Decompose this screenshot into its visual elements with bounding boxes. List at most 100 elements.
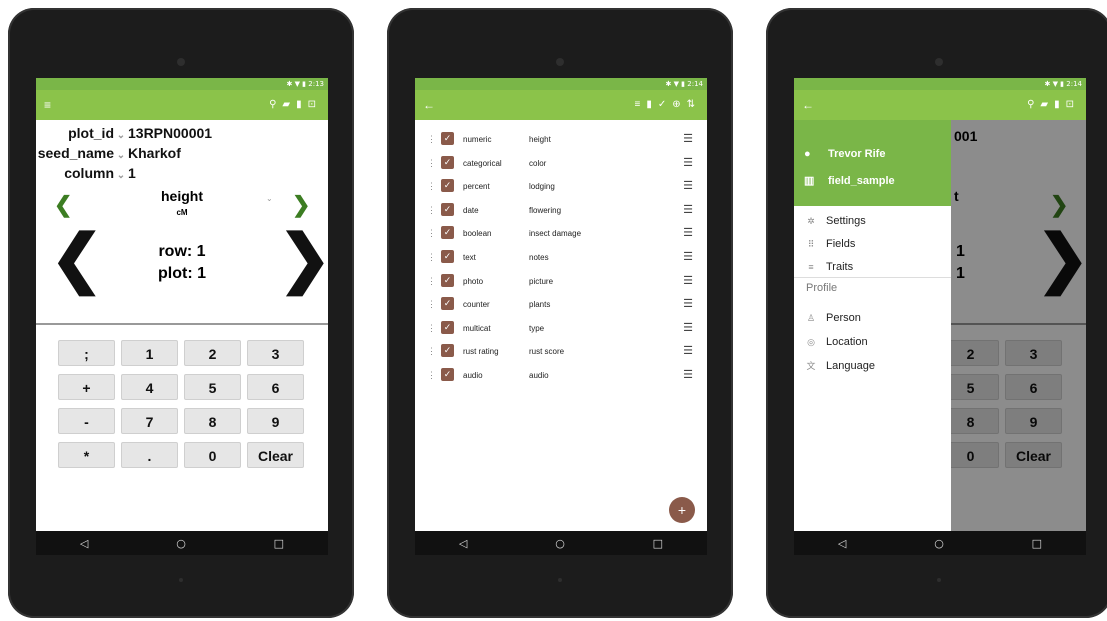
next-plot-icon[interactable]: ❯ (278, 226, 328, 290)
drag-handle-icon[interactable]: ⋮ (427, 134, 436, 145)
reorder-icon[interactable]: ☰ (683, 297, 693, 310)
home-nav-icon[interactable]: ○ (176, 537, 186, 550)
key[interactable]: - (58, 408, 115, 434)
checkbox-checked-icon[interactable]: ✓ (441, 249, 454, 263)
reorder-icon[interactable]: ☰ (683, 321, 693, 334)
home-nav-icon[interactable]: ○ (555, 537, 565, 550)
key[interactable]: + (58, 374, 115, 400)
key[interactable]: 5 (184, 374, 241, 400)
drag-handle-icon[interactable]: ⋮ (427, 276, 436, 287)
menu-icon[interactable]: ≡ (44, 90, 51, 120)
trait-dropdown-icon[interactable]: ⌄ (266, 194, 273, 203)
clear-key[interactable]: Clear (247, 442, 304, 468)
folder-icon[interactable]: ▰ (1040, 99, 1054, 110)
key[interactable]: 2 (184, 340, 241, 366)
delete-icon[interactable]: ▮ (646, 99, 658, 110)
trait-row[interactable]: ⋮ ✓ categorical color ☰ (415, 152, 707, 176)
drawer-scrim[interactable] (951, 120, 1086, 531)
file-icon[interactable]: ▮ (296, 99, 308, 110)
drawer-item-location[interactable]: ◎ Location (794, 331, 951, 353)
reorder-icon[interactable]: ☰ (683, 156, 693, 169)
drag-handle-icon[interactable]: ⋮ (427, 370, 436, 381)
key[interactable]: 8 (184, 408, 241, 434)
checkbox-checked-icon[interactable]: ✓ (441, 367, 454, 381)
key[interactable]: * (58, 442, 115, 468)
checkbox-checked-icon[interactable]: ✓ (441, 320, 454, 334)
checkbox-checked-icon[interactable]: ✓ (441, 132, 454, 145)
file-icon[interactable]: ▮ (1054, 99, 1066, 110)
drag-handle-icon[interactable]: ⋮ (427, 181, 436, 192)
recents-nav-icon[interactable]: □ (274, 537, 284, 550)
trait-row[interactable]: ⋮ ✓ rust rating rust score ☰ (415, 340, 707, 364)
check-all-icon[interactable]: ✓ (658, 99, 672, 110)
reorder-icon[interactable]: ☰ (683, 274, 693, 287)
checkbox-checked-icon[interactable]: ✓ (441, 226, 454, 240)
drag-handle-icon[interactable]: ⋮ (427, 323, 436, 334)
reorder-icon[interactable]: ☰ (683, 250, 693, 263)
next-trait-icon[interactable]: ❯ (292, 192, 310, 218)
key[interactable]: 6 (247, 374, 304, 400)
checkbox-checked-icon[interactable]: ✓ (441, 179, 454, 193)
key[interactable]: 4 (121, 374, 178, 400)
trait-row[interactable]: ⋮ ✓ photo picture ☰ (415, 270, 707, 294)
key[interactable]: 1 (121, 340, 178, 366)
recents-nav-icon[interactable]: □ (1032, 537, 1042, 550)
drawer-item-traits[interactable]: ≡ Traits (794, 256, 951, 278)
key[interactable]: 0 (184, 442, 241, 468)
key[interactable]: ; (58, 340, 115, 366)
trait-row[interactable]: ⋮ ✓ audio audio ☰ (415, 364, 707, 388)
key[interactable]: . (121, 442, 178, 468)
checkbox-checked-icon[interactable]: ✓ (441, 297, 454, 311)
trait-row[interactable]: ⋮ ✓ percent lodging ☰ (415, 175, 707, 199)
reorder-icon[interactable]: ☰ (683, 203, 693, 216)
trait-row[interactable]: ⋮ ✓ counter plants ☰ (415, 293, 707, 317)
search-icon[interactable]: ⚲ (1027, 99, 1040, 110)
back-arrow-icon[interactable]: ← (802, 90, 814, 120)
back-arrow-icon[interactable]: ← (423, 90, 435, 120)
recents-nav-icon[interactable]: □ (653, 537, 663, 550)
drawer-field[interactable]: ▥ field_sample (804, 171, 895, 191)
trait-row[interactable]: ⋮ ✓ multicat type ☰ (415, 317, 707, 341)
trait-name[interactable]: height (36, 188, 328, 204)
reorder-icon[interactable]: ☰ (683, 226, 693, 239)
back-nav-icon[interactable]: ◁ (80, 537, 88, 550)
key[interactable]: 3 (247, 340, 304, 366)
add-circle-icon[interactable]: ⊕ (672, 99, 686, 110)
drawer-item-fields[interactable]: ⠿ Fields (794, 233, 951, 255)
drag-handle-icon[interactable]: ⋮ (427, 252, 436, 263)
trait-row[interactable]: ⋮ ✓ text notes ☰ (415, 246, 707, 270)
checkbox-checked-icon[interactable]: ✓ (441, 273, 454, 287)
trait-row[interactable]: ⋮ ✓ boolean insect damage ☰ (415, 222, 707, 246)
key[interactable]: 9 (247, 408, 304, 434)
reorder-icon[interactable]: ☰ (683, 344, 693, 357)
checkbox-checked-icon[interactable]: ✓ (441, 344, 454, 358)
lock-icon[interactable]: ⊡ (1066, 99, 1080, 110)
trait-row[interactable]: ⋮ ✓ date flowering ☰ (415, 199, 707, 223)
lock-icon[interactable]: ⊡ (308, 99, 322, 110)
drawer-user[interactable]: ● Trevor Rife (804, 144, 885, 164)
drawer-item-person[interactable]: ♙ Person (794, 307, 951, 329)
drag-handle-icon[interactable]: ⋮ (427, 346, 436, 357)
trait-row[interactable]: ⋮ ✓ numeric height ☰ (415, 128, 707, 152)
key[interactable]: 7 (121, 408, 178, 434)
reorder-icon[interactable]: ☰ (683, 132, 693, 145)
add-trait-fab[interactable]: + (669, 497, 695, 523)
drag-handle-icon[interactable]: ⋮ (427, 228, 436, 239)
import-export-icon[interactable]: ⇅ (687, 99, 701, 110)
folder-icon[interactable]: ▰ (282, 99, 296, 110)
back-nav-icon[interactable]: ◁ (459, 537, 467, 550)
drag-handle-icon[interactable]: ⋮ (427, 205, 436, 216)
search-icon[interactable]: ⚲ (269, 99, 282, 110)
home-nav-icon[interactable]: ○ (934, 537, 944, 550)
drag-handle-icon[interactable]: ⋮ (427, 299, 436, 310)
reorder-icon[interactable]: ☰ (683, 179, 693, 192)
drawer-item-settings[interactable]: ✲ Settings (794, 210, 951, 232)
reorder-icon[interactable]: ☰ (683, 368, 693, 381)
back-nav-icon[interactable]: ◁ (838, 537, 846, 550)
sort-icon[interactable]: ≡ (634, 99, 646, 110)
checkbox-checked-icon[interactable]: ✓ (441, 155, 454, 169)
drag-handle-icon[interactable]: ⋮ (427, 158, 436, 169)
checkbox-checked-icon[interactable]: ✓ (441, 202, 454, 216)
dropdown-icon[interactable]: ⌄ (114, 166, 128, 186)
drawer-item-language[interactable]: 文 Language (794, 355, 951, 377)
